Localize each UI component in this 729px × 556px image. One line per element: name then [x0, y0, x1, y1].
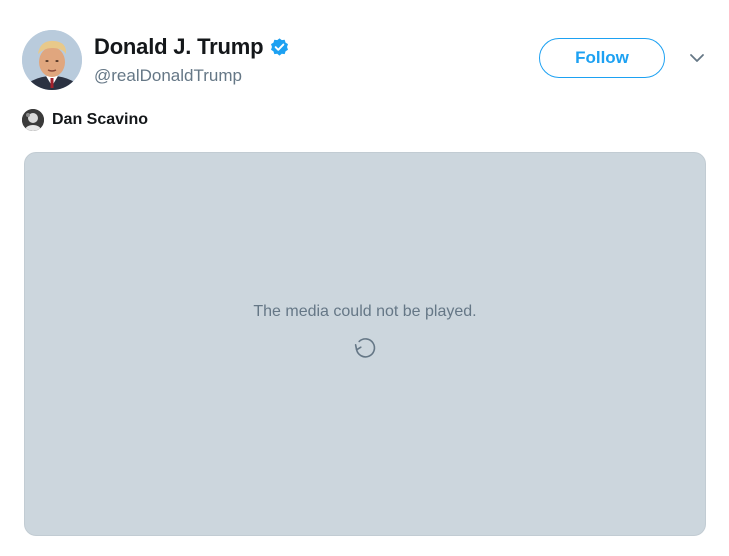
profile-photo-icon [22, 109, 44, 131]
display-name-row: Donald J. Trump [94, 34, 290, 60]
author-avatar[interactable] [22, 30, 82, 90]
media-container[interactable]: The media could not be played. [24, 152, 706, 536]
media-error-message: The media could not be played. [253, 303, 477, 320]
author-handle[interactable]: @realDonaldTrump [94, 66, 290, 86]
profile-photo-icon [22, 30, 82, 90]
more-options-button[interactable] [687, 50, 707, 66]
follow-button[interactable]: Follow [539, 38, 665, 78]
attribution-avatar [22, 109, 44, 131]
author-names: Donald J. Trump @realDonaldTrump [94, 34, 290, 86]
tweet-card: Donald J. Trump @realDonaldTrump Follow [0, 0, 729, 556]
attribution-name[interactable]: Dan Scavino [52, 111, 148, 129]
tweet-header: Donald J. Trump @realDonaldTrump Follow [22, 30, 707, 94]
media-attribution[interactable]: Dan Scavino [22, 108, 148, 132]
chevron-down-icon [690, 54, 704, 62]
verified-badge-icon [271, 37, 289, 56]
reload-icon[interactable] [352, 335, 378, 361]
author-display-name[interactable]: Donald J. Trump [94, 34, 264, 60]
